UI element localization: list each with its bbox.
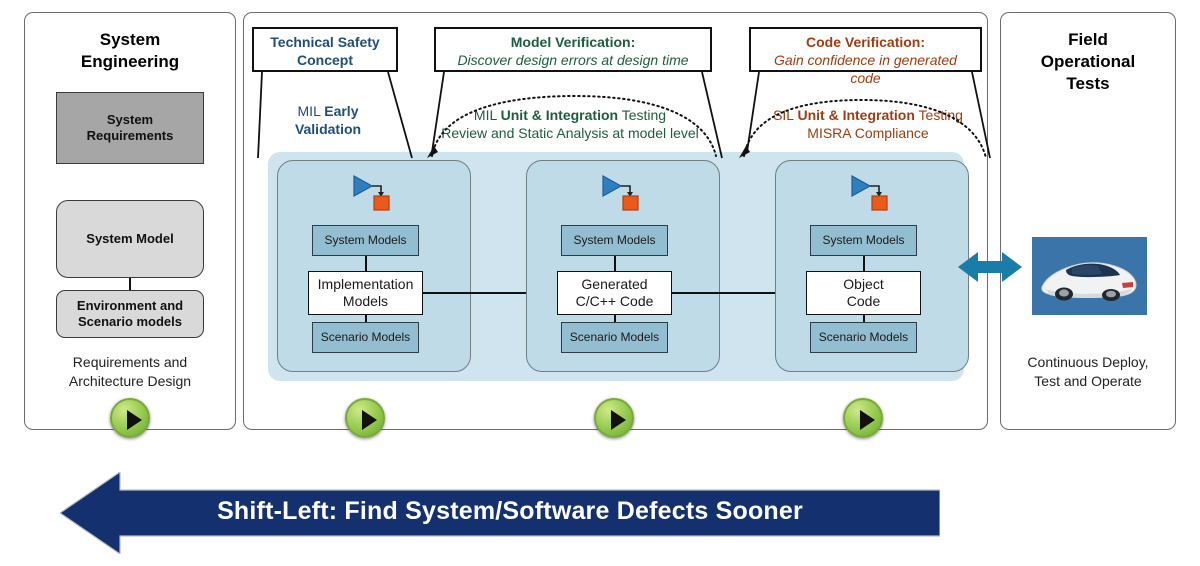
right-caption-line1: Continuous Deploy,	[1027, 354, 1149, 370]
card-2-scenario-models[interactable]: Scenario Models	[561, 322, 668, 353]
card-2-system-models-label: System Models	[573, 233, 656, 247]
card-3-main-line2: Code	[846, 293, 881, 309]
card-2-system-models[interactable]: System Models	[561, 225, 668, 256]
panel-right-title-line3: Tests	[1066, 74, 1110, 93]
play-button-system-engineering[interactable]	[110, 398, 150, 438]
card-3-connector-top	[863, 256, 865, 271]
card-1-main-line1: Implementation	[317, 276, 414, 292]
left-caption-line2: Architecture Design	[68, 373, 192, 389]
panel-system-engineering-title: System Engineering	[25, 29, 235, 73]
system-model-label: System Model	[86, 231, 174, 246]
callout-model-verification[interactable]: Model Verification: Discover design erro…	[434, 27, 712, 72]
callout-mv-line2: Discover design errors at design time	[457, 52, 689, 68]
panel-left-title-line1: System	[99, 30, 161, 49]
environment-block-line2: Scenario models	[77, 314, 183, 329]
right-panel-caption: Continuous Deploy, Test and Operate	[1002, 353, 1174, 391]
panel-left-title-line2: Engineering	[80, 52, 180, 71]
play-button-pil[interactable]	[843, 398, 883, 438]
connector-system-model-to-environment	[129, 278, 131, 290]
shift-left-banner-text: Shift-Left: Find System/Software Defects…	[217, 497, 803, 525]
card-1-system-models-label: System Models	[324, 233, 407, 247]
callout-cv-line2: Gain confidence in generated code	[774, 52, 957, 86]
environment-block-line1: Environment and	[76, 298, 184, 313]
card-1-scenario-models[interactable]: Scenario Models	[312, 322, 419, 353]
block-system-model[interactable]: System Model	[56, 200, 204, 278]
callout-tsc-line1: Technical Safety	[270, 34, 380, 50]
simulink-block-icon	[600, 172, 646, 212]
left-panel-caption: Requirements and Architecture Design	[28, 353, 232, 391]
callout-mv-line1: Model Verification:	[510, 34, 636, 50]
mil-early-plain: MIL	[297, 103, 325, 119]
callout-code-verification[interactable]: Code Verification: Gain confidence in ge…	[749, 27, 982, 86]
simulink-block-icon	[849, 172, 895, 212]
callout-cv-line1: Code Verification:	[805, 34, 926, 50]
mil-unit-a: MIL	[473, 107, 501, 123]
diagram-canvas: System Engineering System Requirements S…	[0, 0, 1200, 566]
card-1-implementation-models[interactable]: Implementation Models	[308, 271, 423, 315]
card-2-main-line2: C/C++ Code	[575, 293, 654, 309]
callout-technical-safety-concept[interactable]: Technical Safety Concept	[252, 27, 398, 72]
card-3-system-models[interactable]: System Models	[810, 225, 917, 256]
card-1-main-line2: Models	[342, 293, 389, 309]
label-mil-unit-integration: MIL Unit & Integration Testing Review an…	[420, 106, 720, 142]
card-2-main-line1: Generated	[581, 276, 648, 292]
play-button-mil[interactable]	[345, 398, 385, 438]
mil-early-bold: Early	[324, 103, 359, 119]
system-requirements-line2: Requirements	[86, 128, 174, 143]
mil-unit-b: Unit & Integration	[500, 107, 619, 123]
card-2-connector-top	[614, 256, 616, 271]
card-2-scenario-models-label: Scenario Models	[569, 330, 660, 344]
mil-unit-c: Testing	[618, 107, 667, 123]
panel-field-operational-tests-title: Field Operational Tests	[1001, 29, 1175, 95]
card-3-main-line1: Object	[843, 276, 884, 292]
card-1-scenario-models-label: Scenario Models	[320, 330, 411, 344]
card-3-system-models-label: System Models	[822, 233, 905, 247]
car-photo	[1032, 237, 1147, 315]
card-3-scenario-models-label: Scenario Models	[818, 330, 909, 344]
label-mil-early-validation: MIL Early Validation	[258, 102, 398, 138]
mil-unit-line2: Review and Static Analysis at model leve…	[441, 125, 699, 141]
label-sil-unit-integration: SIL Unit & Integration Testing MISRA Com…	[745, 106, 991, 142]
card-3-object-code[interactable]: Object Code	[806, 271, 921, 315]
sil-unit-line2: MISRA Compliance	[807, 125, 929, 141]
card-1-system-models[interactable]: System Models	[312, 225, 419, 256]
play-button-sil[interactable]	[594, 398, 634, 438]
panel-right-title-line2: Operational	[1040, 52, 1136, 71]
system-requirements-line1: System	[106, 112, 154, 127]
simulink-block-icon	[351, 172, 397, 212]
right-caption-line2: Test and Operate	[1034, 373, 1142, 389]
sil-unit-c: Testing	[914, 107, 963, 123]
sil-unit-a: SIL	[773, 107, 798, 123]
sil-unit-b: Unit & Integration	[797, 107, 915, 123]
mil-validation-bold: Validation	[294, 121, 362, 137]
card-2-generated-code[interactable]: Generated C/C++ Code	[557, 271, 672, 315]
card-1-connector-top	[365, 256, 367, 271]
panel-right-title-line1: Field	[1068, 30, 1108, 49]
left-caption-line1: Requirements and	[72, 354, 188, 370]
block-environment-scenario-models[interactable]: Environment and Scenario models	[56, 290, 204, 338]
callout-tsc-line2: Concept	[297, 52, 353, 68]
card-3-scenario-models[interactable]: Scenario Models	[810, 322, 917, 353]
block-system-requirements[interactable]: System Requirements	[56, 92, 204, 164]
